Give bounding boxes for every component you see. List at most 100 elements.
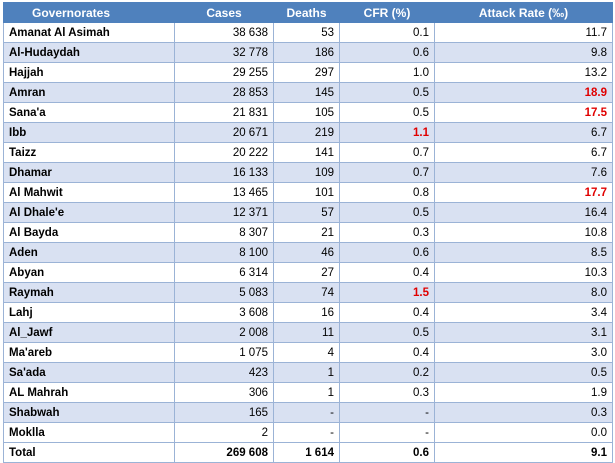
cases-cell: 3 608	[174, 302, 274, 323]
cases-cell: 165	[174, 402, 274, 423]
deaths-cell: 109	[273, 162, 340, 183]
governorate-cell: Sa'ada	[3, 362, 175, 383]
cfr-cell: 1.5	[339, 282, 435, 303]
deaths-cell: 1	[273, 382, 340, 403]
governorate-cell: Al Bayda	[3, 222, 175, 243]
header-cases: Cases	[174, 2, 274, 23]
table-row: Sana'a 21 831 105 0.5 17.5	[3, 102, 613, 123]
attack-rate-cell: 1.9	[434, 382, 613, 403]
cases-cell: 1 075	[174, 342, 274, 363]
attack-rate-cell: 7.6	[434, 162, 613, 183]
deaths-cell: 219	[273, 122, 340, 143]
table-row: Ibb 20 671 219 1.1 6.7	[3, 122, 613, 143]
attack-rate-cell: 3.0	[434, 342, 613, 363]
cases-cell: 13 465	[174, 182, 274, 203]
attack-rate-cell: 0.0	[434, 422, 613, 443]
governorate-cell: Taizz	[3, 142, 175, 163]
cfr-cell: 0.5	[339, 102, 435, 123]
attack-rate-cell: 16.4	[434, 202, 613, 223]
cfr-cell: 0.7	[339, 142, 435, 163]
cases-cell: 5 083	[174, 282, 274, 303]
table-row: AL Mahrah 306 1 0.3 1.9	[3, 382, 613, 403]
cfr-cell: 1.1	[339, 122, 435, 143]
attack-rate-cell: 17.7	[434, 182, 613, 203]
attack-rate-cell: 6.7	[434, 142, 613, 163]
governorate-cell: Sana'a	[3, 102, 175, 123]
cases-cell: 21 831	[174, 102, 274, 123]
deaths-cell: 105	[273, 102, 340, 123]
table-row: Abyan 6 314 27 0.4 10.3	[3, 262, 613, 283]
table-row: Amanat Al Asimah 38 638 53 0.1 11.7	[3, 22, 613, 43]
governorate-cell: Raymah	[3, 282, 175, 303]
attack-rate-cell: 10.3	[434, 262, 613, 283]
attack-rate-cell: 9.8	[434, 42, 613, 63]
governorate-cell: Dhamar	[3, 162, 175, 183]
attack-rate-cell: 8.0	[434, 282, 613, 303]
cases-cell: 306	[174, 382, 274, 403]
deaths-cell: 57	[273, 202, 340, 223]
cases-cell: 2 008	[174, 322, 274, 343]
table-body: Amanat Al Asimah 38 638 53 0.1 11.7 Al-Hudayd…	[3, 22, 613, 443]
attack-rate-cell: 17.5	[434, 102, 613, 123]
governorate-cell: Hajjah	[3, 62, 175, 83]
header-governorates: Governorates	[3, 2, 175, 23]
deaths-cell: 297	[273, 62, 340, 83]
deaths-cell: 11	[273, 322, 340, 343]
governorate-cell: Al Dhale'e	[3, 202, 175, 223]
governorate-cell: Amran	[3, 82, 175, 103]
attack-rate-cell: 11.7	[434, 22, 613, 43]
table-row: Moklla 2- -0.0	[3, 422, 613, 443]
governorate-cell: Ma'areb	[3, 342, 175, 363]
table-row: Hajjah 29 255 297 1.0 13.2	[3, 62, 613, 83]
table-row: Amran 28 853 145 0.5 18.9	[3, 82, 613, 103]
deaths-cell: 27	[273, 262, 340, 283]
table-row: Al-Hudaydah 32 778 186 0.6 9.8	[3, 42, 613, 63]
attack-rate-cell: 10.8	[434, 222, 613, 243]
attack-rate-cell: 13.2	[434, 62, 613, 83]
attack-rate-cell: 0.5	[434, 362, 613, 383]
table-row: Ma'areb 1 075 4 0.4 3.0	[3, 342, 613, 363]
cfr-cell: 0.4	[339, 342, 435, 363]
header-attack-rate: Attack Rate (‰)	[434, 2, 613, 23]
cases-cell: 38 638	[174, 22, 274, 43]
cases-cell: 8 307	[174, 222, 274, 243]
total-deaths: 1 614	[273, 442, 340, 463]
cfr-cell: 0.4	[339, 302, 435, 323]
table-row: Al Dhale'e 12 371 57 0.5 16.4	[3, 202, 613, 223]
governorate-table: Governorates Cases Deaths CFR (%) Attack…	[3, 2, 613, 463]
table-row: Sa'ada 423 1 0.2 0.5	[3, 362, 613, 383]
cases-cell: 2	[174, 422, 274, 443]
cfr-cell: 0.5	[339, 202, 435, 223]
deaths-cell: -	[273, 402, 340, 423]
table-row: Dhamar 16 133 109 0.7 7.6	[3, 162, 613, 183]
total-label: Total	[3, 442, 175, 463]
cfr-cell: 0.3	[339, 382, 435, 403]
table-row: Lahj 3 608 16 0.4 3.4	[3, 302, 613, 323]
deaths-cell: 46	[273, 242, 340, 263]
deaths-cell: 101	[273, 182, 340, 203]
cfr-cell: 0.8	[339, 182, 435, 203]
total-cfr: 0.6	[339, 442, 435, 463]
cases-cell: 32 778	[174, 42, 274, 63]
attack-rate-cell: 8.5	[434, 242, 613, 263]
table-row: Al_Jawf 2 008 11 0.5 3.1	[3, 322, 613, 343]
cfr-cell: 1.0	[339, 62, 435, 83]
deaths-cell: 74	[273, 282, 340, 303]
cfr-cell: 0.3	[339, 222, 435, 243]
deaths-cell: 4	[273, 342, 340, 363]
deaths-cell: -	[273, 422, 340, 443]
governorate-cell: Al_Jawf	[3, 322, 175, 343]
cfr-cell: 0.7	[339, 162, 435, 183]
table-row: Al Mahwit 13 465 101 0.8 17.7	[3, 182, 613, 203]
cfr-cell: 0.1	[339, 22, 435, 43]
header-row: Governorates Cases Deaths CFR (%) Attack…	[3, 2, 613, 23]
cases-cell: 423	[174, 362, 274, 383]
attack-rate-cell: 18.9	[434, 82, 613, 103]
cases-cell: 29 255	[174, 62, 274, 83]
table-row: Al Bayda 8 307 21 0.3 10.8	[3, 222, 613, 243]
cfr-cell: 0.5	[339, 82, 435, 103]
cases-cell: 6 314	[174, 262, 274, 283]
attack-rate-cell: 0.3	[434, 402, 613, 423]
deaths-cell: 145	[273, 82, 340, 103]
attack-rate-cell: 3.4	[434, 302, 613, 323]
